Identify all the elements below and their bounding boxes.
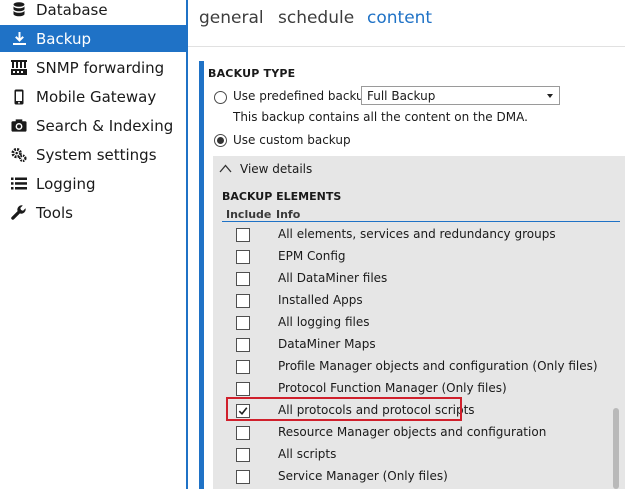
column-header-underline	[222, 221, 620, 222]
tab-schedule[interactable]: schedule	[278, 8, 354, 28]
backup-type-title: BACKUP TYPE	[208, 67, 296, 80]
table-row[interactable]: EPM Config	[213, 246, 613, 268]
tab-general[interactable]: general	[199, 8, 264, 28]
mobile-icon	[11, 89, 27, 105]
table-row[interactable]: Profile Manager objects and configuratio…	[213, 356, 613, 378]
sidebar-item-label: System settings	[36, 145, 157, 164]
include-checkbox[interactable]	[236, 228, 250, 242]
gears-icon	[11, 147, 27, 163]
snmp-icon	[11, 60, 27, 76]
scrollbar-thumb[interactable]	[613, 408, 619, 489]
custom-backup-radio[interactable]	[214, 134, 227, 147]
row-label: All DataMiner files	[278, 271, 388, 285]
database-icon	[11, 2, 27, 18]
row-label: DataMiner Maps	[278, 337, 376, 351]
view-details-toggle[interactable]: View details	[240, 162, 312, 176]
row-label: Resource Manager objects and configurati…	[278, 425, 547, 439]
predefined-backup-label: Use predefined backup:	[233, 89, 376, 103]
column-header-info[interactable]: Info	[276, 208, 300, 221]
sidebar-item-search-indexing[interactable]: Search & Indexing	[0, 112, 186, 139]
column-header-include[interactable]: Include	[226, 208, 271, 221]
include-checkbox[interactable]	[236, 360, 250, 374]
table-row[interactable]: Resource Manager objects and configurati…	[213, 422, 613, 444]
predefined-backup-radio[interactable]	[214, 91, 227, 104]
sidebar-item-mobile-gateway[interactable]: Mobile Gateway	[0, 83, 186, 110]
predefined-backup-select[interactable]: Full Backup	[361, 86, 560, 105]
predefined-backup-description: This backup contains all the content on …	[233, 110, 528, 124]
sidebar-item-label: Tools	[36, 203, 73, 222]
search-camera-icon	[11, 118, 27, 134]
row-label: Installed Apps	[278, 293, 363, 307]
sidebar-item-label: Search & Indexing	[36, 116, 174, 135]
sidebar-divider	[186, 0, 188, 489]
table-row[interactable]: All logging files	[213, 312, 613, 334]
include-checkbox[interactable]	[236, 426, 250, 440]
include-checkbox[interactable]	[236, 338, 250, 352]
table-row[interactable]: Service Manager (Only files)	[213, 466, 613, 488]
sidebar-item-label: Logging	[36, 174, 96, 193]
table-row[interactable]: All DataMiner files	[213, 268, 613, 290]
sidebar-item-backup[interactable]: Backup	[0, 25, 186, 52]
table-row[interactable]: Installed Apps	[213, 290, 613, 312]
sidebar: Database Backup SNMP forwarding Mobile G…	[0, 0, 186, 489]
sidebar-item-snmp-forwarding[interactable]: SNMP forwarding	[0, 54, 186, 81]
table-row[interactable]: All elements, services and redundancy gr…	[213, 224, 613, 246]
sidebar-item-label: Mobile Gateway	[36, 87, 157, 106]
download-icon	[11, 31, 27, 47]
sidebar-item-label: Database	[36, 0, 108, 19]
backup-elements-title: BACKUP ELEMENTS	[222, 190, 342, 203]
tab-divider	[188, 46, 625, 47]
wrench-icon	[11, 204, 27, 221]
custom-backup-label: Use custom backup	[233, 133, 351, 147]
row-label: Profile Manager objects and configuratio…	[278, 359, 598, 373]
chevron-up-icon[interactable]	[219, 164, 232, 173]
sidebar-item-label: SNMP forwarding	[36, 58, 165, 77]
row-label: All scripts	[278, 447, 337, 461]
chevron-down-icon	[547, 94, 553, 98]
sidebar-item-system-settings[interactable]: System settings	[0, 141, 186, 168]
row-label: Service Manager (Only files)	[278, 469, 448, 483]
include-checkbox[interactable]	[236, 250, 250, 264]
section-accent-bar	[199, 61, 204, 489]
include-checkbox[interactable]	[236, 382, 250, 396]
row-label: All logging files	[278, 315, 370, 329]
sidebar-item-tools[interactable]: Tools	[0, 199, 186, 226]
tab-content[interactable]: content	[367, 8, 432, 28]
include-checkbox[interactable]	[236, 316, 250, 330]
sidebar-item-label: Backup	[36, 29, 91, 48]
include-checkbox[interactable]	[236, 470, 250, 484]
sidebar-item-logging[interactable]: Logging	[0, 170, 186, 197]
include-checkbox[interactable]	[236, 272, 250, 286]
highlight-box	[226, 397, 462, 421]
row-label: EPM Config	[278, 249, 346, 263]
row-label: Protocol Function Manager (Only files)	[278, 381, 507, 395]
row-label: All elements, services and redundancy gr…	[278, 227, 556, 241]
predefined-backup-value: Full Backup	[367, 89, 436, 103]
list-icon	[11, 176, 27, 192]
table-row[interactable]: All scripts	[213, 444, 613, 466]
sidebar-item-database[interactable]: Database	[0, 0, 186, 23]
include-checkbox[interactable]	[236, 294, 250, 308]
table-row[interactable]: DataMiner Maps	[213, 334, 613, 356]
include-checkbox[interactable]	[236, 448, 250, 462]
